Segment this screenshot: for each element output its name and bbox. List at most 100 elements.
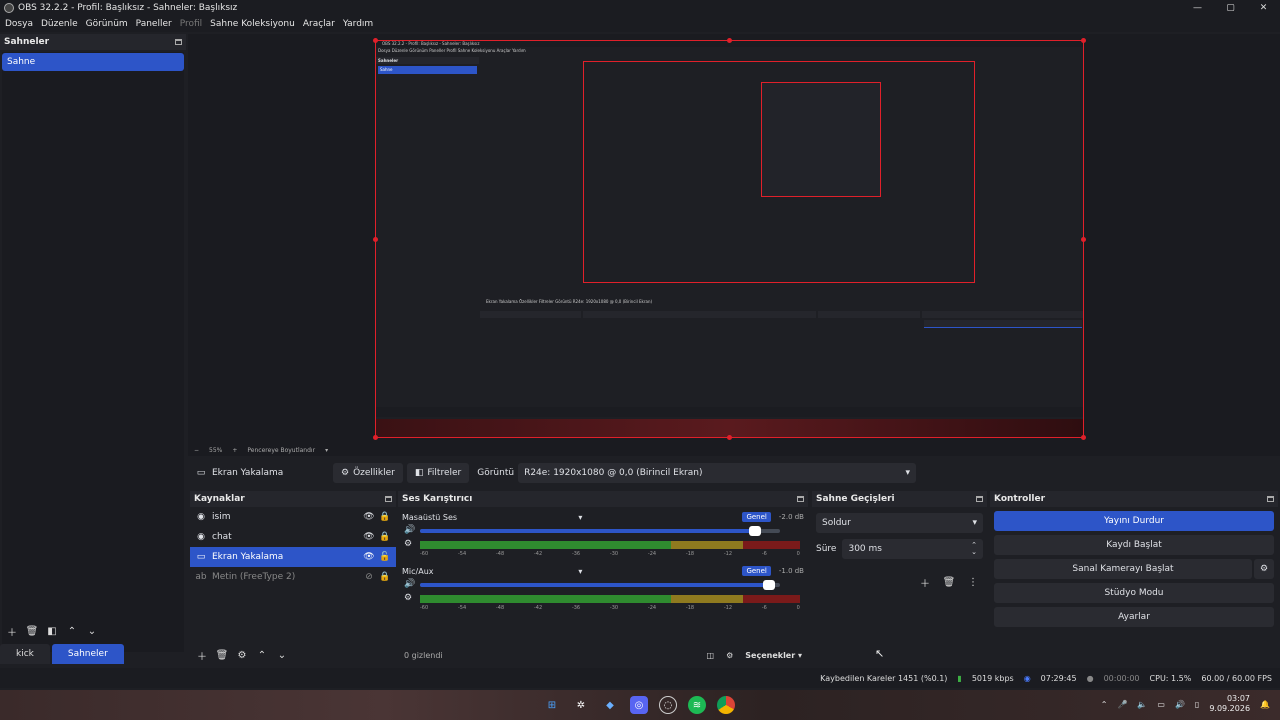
maximize-button[interactable]: ▢ [1214, 0, 1247, 16]
menu-duzenle[interactable]: Düzenle [37, 19, 82, 29]
stop-stream-button[interactable]: Yayını Durdur [994, 511, 1274, 531]
spotify-icon[interactable]: ≋ [688, 696, 706, 714]
nested-context-bar: Ekran Yakalama Özellikler Filtreler Görü… [376, 295, 1083, 309]
speaker-icon[interactable]: 🔊 [404, 525, 415, 535]
discord-icon[interactable]: ◎ [630, 696, 648, 714]
resize-handle[interactable] [373, 435, 378, 440]
speaker-icon[interactable]: 🔈 [1137, 700, 1147, 709]
preview-area[interactable]: OBS 32.2.2 - Profil: Başlıksız - Sahnele… [188, 34, 1280, 444]
chrome-icon[interactable] [717, 696, 735, 714]
menu-yardim[interactable]: Yardım [339, 19, 377, 29]
resize-handle[interactable] [727, 435, 732, 440]
speaker-icon[interactable]: 🔊 [404, 579, 415, 589]
resize-handle[interactable] [373, 38, 378, 43]
resize-handle[interactable] [1081, 237, 1086, 242]
remove-source-button[interactable]: 🗑 [214, 648, 230, 662]
settings-button[interactable]: Ayarlar [994, 607, 1274, 627]
move-source-up-button[interactable]: ⌃ [254, 648, 270, 662]
tab-kick[interactable]: kick [0, 644, 50, 664]
source-item-chat[interactable]: ◉ chat 👁 🔒 [190, 527, 396, 547]
battery-icon[interactable]: ▯ [1195, 700, 1199, 709]
microphone-icon[interactable]: 🎤 [1117, 700, 1127, 709]
speaker-volume-icon[interactable]: 🔊 [1175, 700, 1185, 709]
display-select[interactable]: R24e: 1920x1080 @ 0,0 (Birincil Ekran) ▾ [518, 463, 917, 483]
controls-dock-title: Kontroller [990, 491, 1278, 507]
zoom-dropdown-icon[interactable]: ▾ [325, 447, 328, 454]
visibility-eye-icon[interactable]: 👁 [363, 512, 374, 522]
mixer-options-button[interactable]: Seçenekler ▾ [745, 651, 802, 660]
resize-handle[interactable] [727, 38, 732, 43]
move-scene-down-button[interactable]: ⌄ [84, 624, 100, 638]
lock-icon[interactable]: 🔒 [379, 572, 390, 582]
menu-dosya[interactable]: Dosya [1, 19, 37, 29]
remove-scene-button[interactable]: 🗑 [24, 624, 40, 638]
resize-handle[interactable] [1081, 38, 1086, 43]
close-button[interactable]: ✕ [1247, 0, 1280, 16]
clock[interactable]: 03:07 9.09.2026 [1209, 694, 1250, 714]
add-scene-button[interactable]: ＋ [4, 624, 20, 639]
chatgpt-icon[interactable]: ✲ [572, 696, 590, 714]
undock-icon[interactable] [175, 39, 182, 45]
source-item-metin[interactable]: ab Metin (FreeType 2) ⊘ 🔒 [190, 567, 396, 587]
zoom-in-button[interactable]: + [232, 447, 237, 454]
scenes-toolbar: ＋ 🗑 ◧ ⌃ ⌄ [4, 624, 100, 639]
source-item-ekran-yakalama[interactable]: ▭ Ekran Yakalama 👁 🔓 [190, 547, 396, 567]
tab-sahneler[interactable]: Sahneler [51, 644, 124, 664]
obs-taskbar-icon[interactable]: ◌ [659, 696, 677, 714]
channel-menu-icon[interactable]: ▾ [578, 567, 582, 576]
lock-icon[interactable]: 🔒 [379, 512, 390, 522]
unlock-icon[interactable]: 🔓 [379, 552, 390, 562]
properties-button[interactable]: ⚙ Özellikler [333, 463, 403, 483]
visibility-eye-icon[interactable]: 👁 [363, 552, 374, 562]
add-transition-button[interactable]: ＋ [917, 575, 933, 590]
filters-button[interactable]: ◧ Filtreler [406, 463, 470, 483]
resize-handle[interactable] [1081, 435, 1086, 440]
start-record-button[interactable]: Kaydı Başlat [994, 535, 1274, 555]
layout-toggle-icon[interactable]: ◫ [707, 651, 715, 660]
volume-slider[interactable] [420, 580, 780, 590]
move-scene-up-button[interactable]: ⌃ [64, 624, 80, 638]
undock-icon[interactable] [797, 496, 804, 502]
windows-start-icon[interactable]: ⊞ [543, 696, 561, 714]
audio-settings-icon[interactable]: ⚙ [404, 539, 412, 549]
transition-select[interactable]: Soldur ▾ [816, 513, 983, 533]
add-source-button[interactable]: ＋ [194, 648, 210, 663]
menu-sahne-koleksiyonu[interactable]: Sahne Koleksiyonu [206, 19, 299, 29]
scene-filters-button[interactable]: ◧ [44, 624, 60, 638]
undock-icon[interactable] [976, 496, 983, 502]
scene-item[interactable]: Sahne [2, 53, 184, 71]
audio-settings-icon[interactable]: ⚙ [404, 593, 412, 603]
notification-bell-icon[interactable]: 🔔 [1260, 700, 1270, 709]
menu-profil[interactable]: Profil [176, 19, 206, 29]
app-icon[interactable]: ◆ [601, 696, 619, 714]
lock-icon[interactable]: 🔒 [379, 532, 390, 542]
spin-arrows-icon[interactable]: ⌃ ⌄ [971, 542, 977, 556]
menu-gorunum[interactable]: Görünüm [82, 19, 132, 29]
source-properties-button[interactable]: ⚙ [234, 648, 250, 662]
channel-badge[interactable]: Genel [742, 512, 771, 522]
zoom-out-button[interactable]: − [194, 447, 199, 454]
move-source-down-button[interactable]: ⌄ [274, 648, 290, 662]
remove-transition-button[interactable]: 🗑 [941, 575, 957, 589]
tray-chevron-icon[interactable]: ⌃ [1101, 700, 1108, 709]
resize-handle[interactable] [373, 237, 378, 242]
volume-slider[interactable] [420, 526, 780, 536]
minimize-button[interactable]: — [1181, 0, 1214, 16]
fit-to-window[interactable]: Pencereye Boyutlandır [247, 447, 315, 454]
virtual-camera-button[interactable]: Sanal Kamerayı Başlat [994, 559, 1252, 579]
undock-icon[interactable] [385, 496, 392, 502]
source-item-isim[interactable]: ◉ isim 👁 🔒 [190, 507, 396, 527]
duration-spinbox[interactable]: 300 ms ⌃ ⌄ [842, 539, 983, 559]
advanced-audio-icon[interactable]: ⚙ [726, 651, 733, 660]
studio-mode-button[interactable]: Stüdyo Modu [994, 583, 1274, 603]
undock-icon[interactable] [1267, 496, 1274, 502]
virtual-camera-settings-button[interactable]: ⚙ [1254, 559, 1274, 579]
transition-menu-icon[interactable]: ⋮ [965, 575, 981, 589]
hidden-eye-icon[interactable]: ⊘ [364, 572, 374, 582]
network-icon[interactable]: ▭ [1157, 700, 1165, 709]
channel-badge[interactable]: Genel [742, 566, 771, 576]
menu-paneller[interactable]: Paneller [132, 19, 176, 29]
channel-menu-icon[interactable]: ▾ [578, 513, 582, 522]
menu-araclar[interactable]: Araçlar [299, 19, 339, 29]
visibility-eye-icon[interactable]: 👁 [363, 532, 374, 542]
